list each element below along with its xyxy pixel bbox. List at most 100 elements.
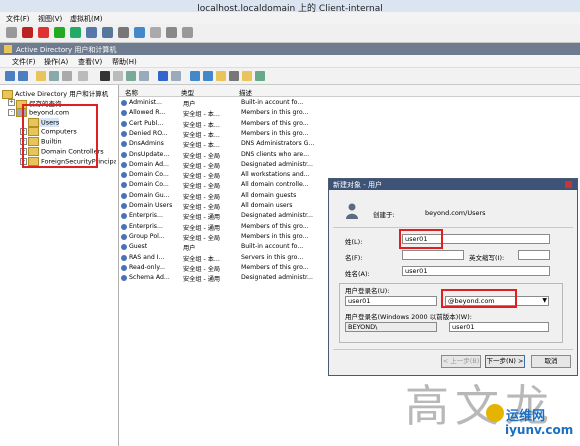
fullscreen-icon[interactable]: [182, 27, 193, 38]
list-item[interactable]: Domain Ad... 安全组 - 全局 Designated administr…: [121, 160, 341, 170]
group-icon: [121, 182, 127, 189]
properties-icon[interactable]: [62, 71, 72, 81]
cell-type: 安全组 - 全局: [183, 234, 221, 242]
play-icon[interactable]: [54, 27, 65, 38]
initials-input[interactable]: [518, 250, 550, 260]
last-name-label: 姓(L):: [345, 238, 363, 246]
pre2000-name-input[interactable]: user01: [449, 322, 549, 332]
first-name-input[interactable]: [402, 250, 464, 260]
new-user-dialog: 新建对象 - 用户 创建于: beyond.com/Users 姓(L): us…: [328, 178, 578, 376]
reset-icon[interactable]: [70, 27, 81, 38]
cell-type: 安全组 - 本...: [183, 255, 220, 263]
cell-description: DNS clients who are...: [241, 150, 310, 158]
usb-icon[interactable]: [150, 27, 161, 38]
delete-icon[interactable]: [100, 71, 110, 81]
filter-icon[interactable]: [229, 71, 239, 81]
expand-icon[interactable]: +: [8, 99, 15, 106]
revert-icon[interactable]: [102, 27, 113, 38]
undo-icon[interactable]: [166, 27, 177, 38]
create-in-value: beyond.com/Users: [425, 209, 486, 217]
cell-name: Group Pol...: [129, 232, 165, 240]
cell-name: Enterpris...: [129, 212, 163, 220]
menu-file[interactable]: 文件(F): [12, 57, 36, 67]
list-item[interactable]: DnsAdmins 安全组 - 本... DNS Administrators G.…: [121, 139, 341, 149]
back-icon[interactable]: [5, 71, 15, 81]
list-item[interactable]: RAS and I... 安全组 - 本... Servers in this gr…: [121, 253, 341, 263]
new-user-icon[interactable]: [190, 71, 200, 81]
tree-icon[interactable]: [49, 71, 59, 81]
column-description[interactable]: 描述: [239, 87, 252, 97]
cancel-button[interactable]: 取消: [531, 355, 571, 368]
next-button[interactable]: 下一步(N) >: [485, 355, 525, 368]
list-item[interactable]: Domain Gu... 安全组 - 全局 All domain guests: [121, 191, 341, 201]
group-icon: [121, 223, 127, 230]
list-item[interactable]: Group Pol... 安全组 - 全局 Members in this gro.…: [121, 232, 341, 242]
list-item[interactable]: Guest 用户 Built-in account fo...: [121, 242, 341, 252]
cell-description: Members of this gro...: [241, 222, 309, 230]
ctrl-alt-del-icon[interactable]: [6, 27, 17, 38]
settings-icon[interactable]: [118, 27, 129, 38]
help-icon[interactable]: [158, 71, 168, 81]
export-icon[interactable]: [139, 71, 149, 81]
cell-description: All domain controlle...: [241, 181, 309, 189]
props-icon[interactable]: [113, 71, 123, 81]
list-item[interactable]: Cert Publ... 安全组 - 本... Members of this gr…: [121, 119, 341, 129]
cell-name: Domain Co...: [129, 181, 169, 189]
vm-title-bar: localhost.localdomain 上的 Client-internal: [0, 0, 580, 14]
site-logo-icon: [486, 404, 504, 422]
vm-menu-machine[interactable]: 虚拟机(M): [70, 14, 103, 24]
collapse-icon[interactable]: -: [8, 109, 15, 116]
group-icon: [121, 233, 127, 240]
list-item[interactable]: Denied RO... 安全组 - 本... Members in this gr…: [121, 129, 341, 139]
cell-type: 安全组 - 全局: [183, 204, 221, 211]
list-item[interactable]: Read-only... 安全组 - 全局 Members of this gro.…: [121, 263, 341, 273]
list-item[interactable]: Enterpris... 安全组 - 通用 Designated administr…: [121, 211, 341, 221]
list-item[interactable]: DnsUpdate... 安全组 - 全局 DNS clients who are.…: [121, 150, 341, 160]
tree-root[interactable]: Active Directory 用户和计算机: [2, 88, 108, 99]
power-icon[interactable]: [38, 27, 49, 38]
vm-toolbar: [0, 24, 580, 43]
user-icon: [121, 244, 127, 251]
mmc-title-bar: Active Directory 用户和计算机: [0, 43, 580, 55]
list-item[interactable]: Schema Ad... 安全组 - 通用 Designated administr…: [121, 273, 341, 283]
back-button[interactable]: < 上一步(B): [441, 355, 481, 368]
cell-description: All domain guests: [241, 191, 297, 199]
new-ou-icon[interactable]: [216, 71, 226, 81]
vm-menu-file[interactable]: 文件(F): [6, 14, 30, 24]
list-item[interactable]: Administ... 用户 Built-in account fo...: [121, 98, 341, 108]
up-folder-icon[interactable]: [36, 71, 46, 81]
vm-menu-view[interactable]: 视图(V): [38, 14, 62, 24]
find-icon[interactable]: [242, 71, 252, 81]
separator: [333, 349, 573, 350]
view-icon[interactable]: [171, 71, 181, 81]
snapshot-icon[interactable]: [86, 27, 97, 38]
list-item[interactable]: Domain Co... 安全组 - 全局 All domain controlle…: [121, 180, 341, 190]
copy-icon[interactable]: [78, 71, 88, 81]
share-icon[interactable]: [134, 27, 145, 38]
full-name-input[interactable]: user01: [402, 266, 550, 276]
new-group-icon[interactable]: [203, 71, 213, 81]
refresh-icon[interactable]: [126, 71, 136, 81]
group-icon: [121, 161, 127, 168]
list-item[interactable]: Domain Co... 安全组 - 全局 All workstations and…: [121, 170, 341, 180]
column-type[interactable]: 类型: [181, 87, 194, 97]
menu-action[interactable]: 操作(A): [44, 57, 68, 67]
list-header: 名称 类型 描述: [119, 85, 580, 97]
add-to-group-icon[interactable]: [255, 71, 265, 81]
list-item[interactable]: Domain Users 安全组 - 全局 All domain users: [121, 201, 341, 211]
dialog-title: 新建对象 - 用户: [333, 181, 382, 189]
logon-name-input[interactable]: user01: [345, 296, 437, 306]
close-icon[interactable]: [565, 181, 572, 188]
cell-description: Servers in this gro...: [241, 253, 304, 261]
user-icon: [346, 203, 358, 219]
menu-help[interactable]: 帮助(H): [112, 57, 137, 67]
menu-view[interactable]: 查看(V): [78, 57, 102, 67]
stop-icon[interactable]: [22, 27, 33, 38]
forward-icon[interactable]: [18, 71, 28, 81]
ad-app-icon: [4, 45, 12, 53]
mmc-title: Active Directory 用户和计算机: [16, 46, 117, 54]
cell-type: 安全组 - 全局: [183, 193, 221, 201]
list-item[interactable]: Allowed R... 安全组 - 本... Members in this gr…: [121, 108, 341, 118]
column-name[interactable]: 名称: [125, 87, 138, 97]
list-item[interactable]: Enterpris... 安全组 - 通用 Members of this gro.…: [121, 222, 341, 232]
